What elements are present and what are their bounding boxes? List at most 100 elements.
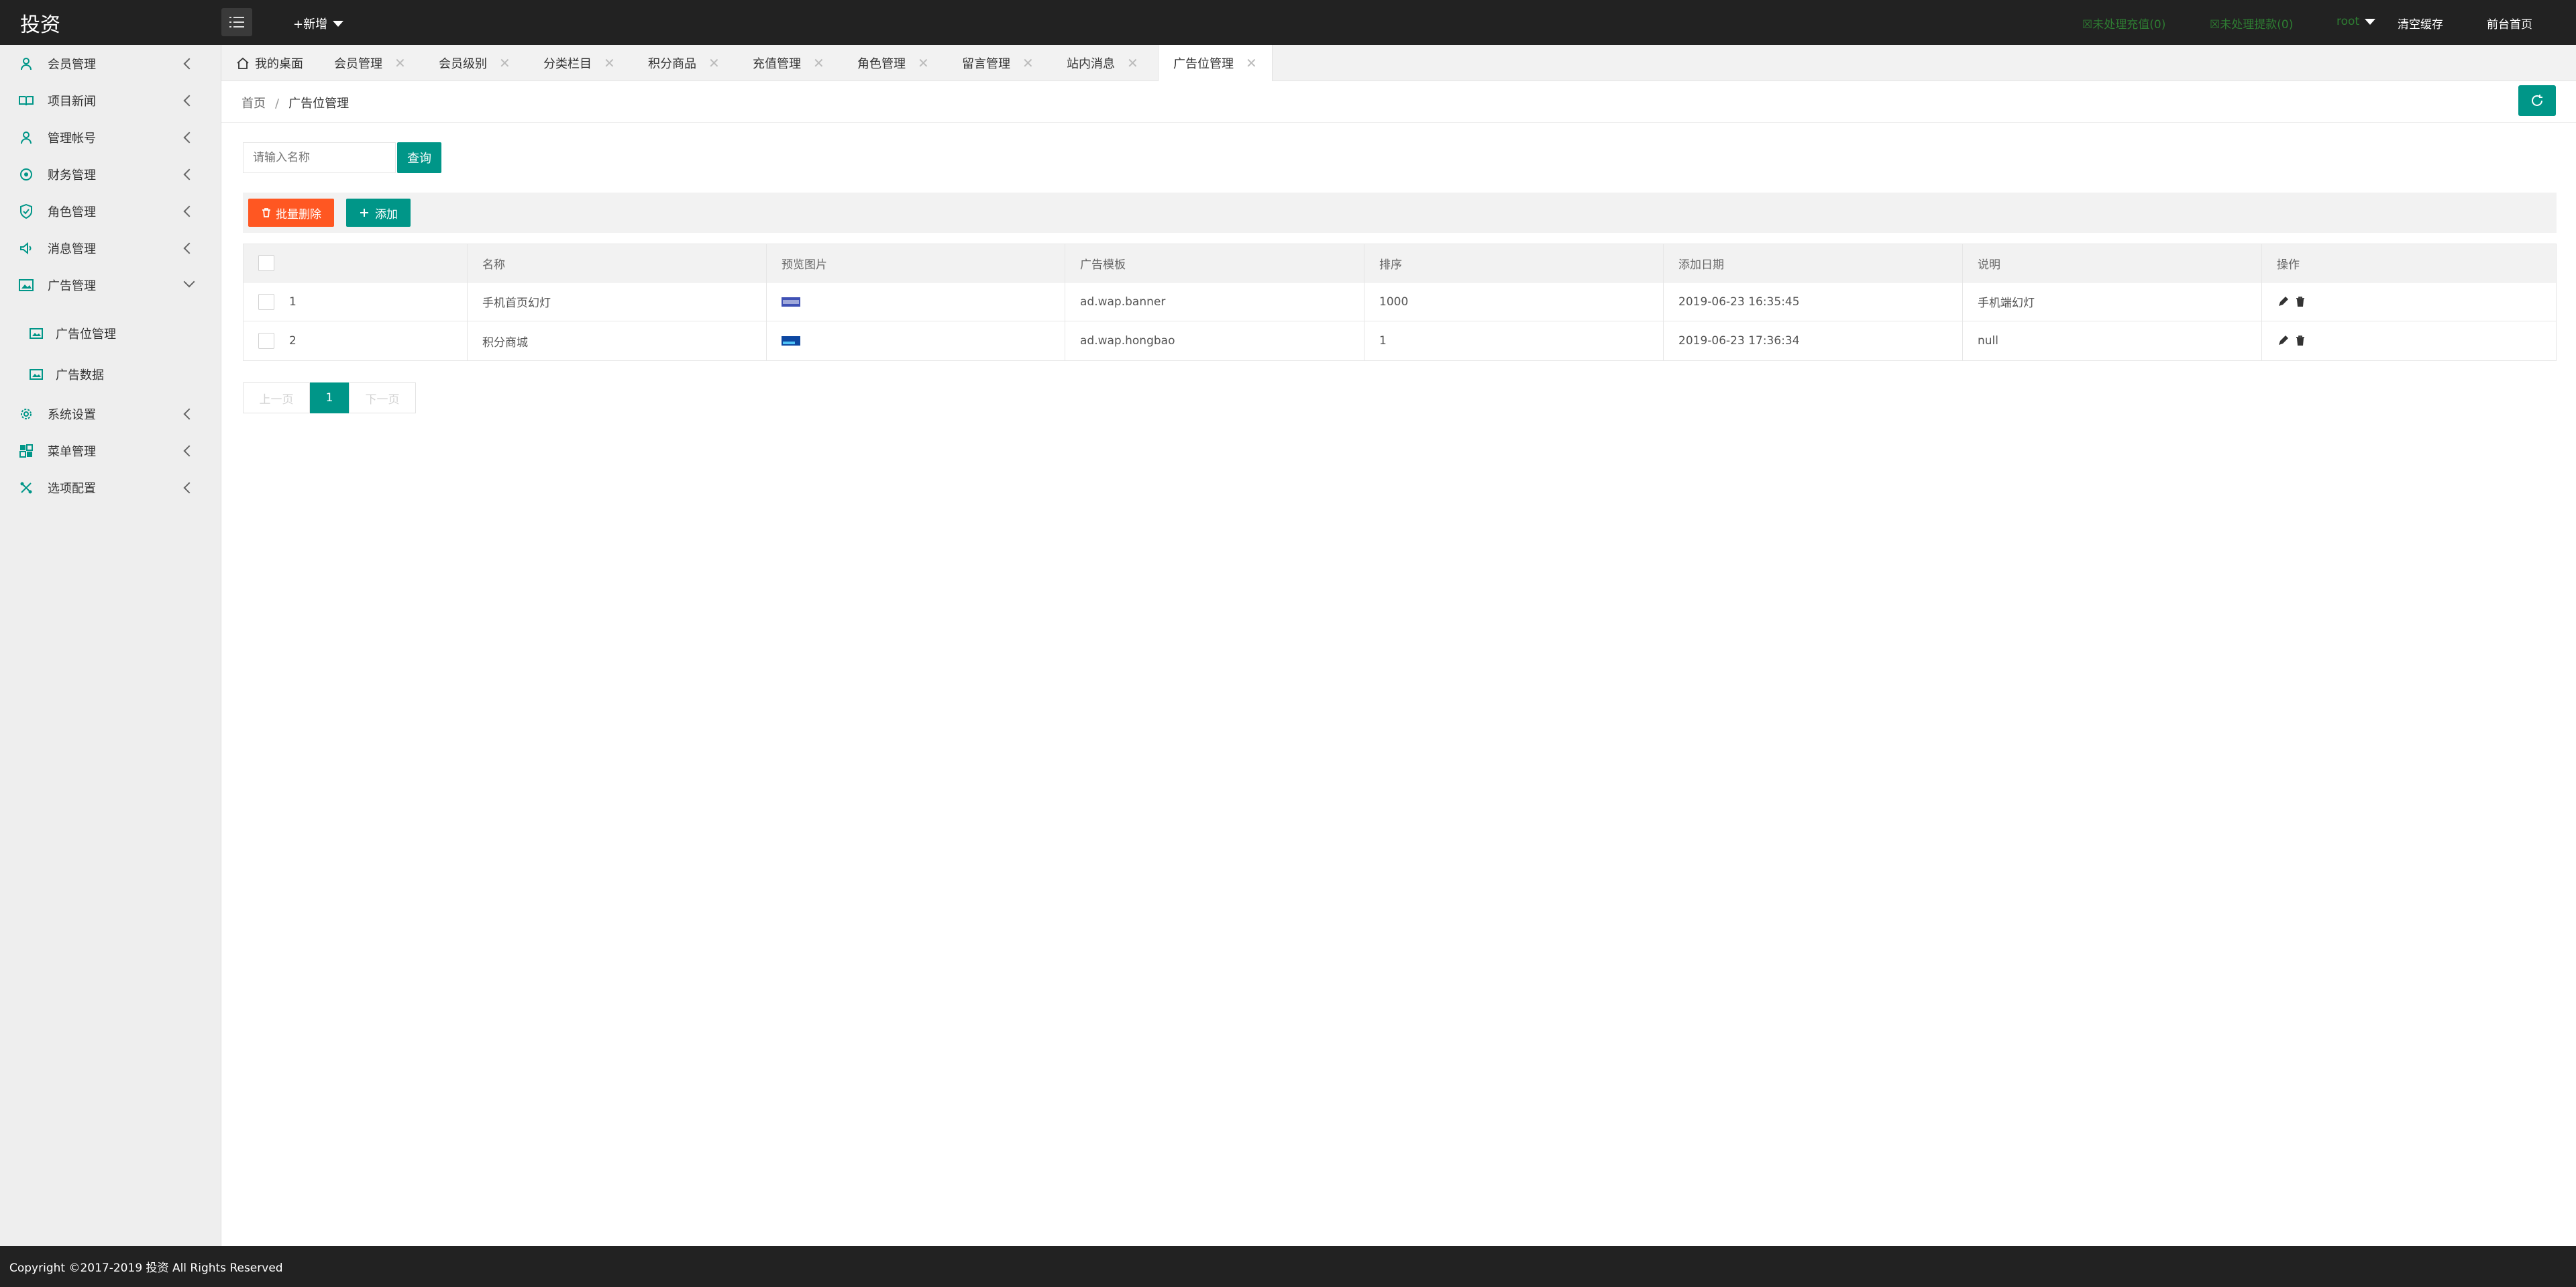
sidebar-item-menus[interactable]: 菜单管理 [0, 433, 221, 468]
refresh-icon [2532, 95, 2542, 106]
tab-guestbook[interactable]: 留言管理 ✕ [962, 45, 1034, 81]
chevron-left-icon [183, 205, 195, 217]
row-checkbox[interactable] [258, 333, 274, 349]
close-icon[interactable]: ✕ [499, 55, 511, 71]
tab-categories[interactable]: 分类栏目 ✕ [543, 45, 615, 81]
close-icon[interactable]: ✕ [394, 55, 406, 71]
edit-icon[interactable] [2277, 296, 2289, 308]
sidebar-item-label: 菜单管理 [48, 445, 96, 459]
sidebar-item-news[interactable]: 项目新闻 [0, 83, 221, 118]
cell-preview [767, 321, 1065, 360]
front-home-link[interactable]: 前台首页 [2487, 15, 2532, 32]
cell-sort: 1 [1364, 321, 1664, 360]
sidebar-item-messages[interactable]: 消息管理 [0, 231, 221, 266]
add-button[interactable]: 添加 [346, 199, 411, 227]
sidebar-subitem-ad-positions[interactable]: 广告位管理 [0, 314, 221, 353]
pagination: 上一页 1 下一页 [243, 382, 416, 413]
cell-date: 2019-06-23 16:35:45 [1664, 282, 1963, 321]
search-input[interactable] [243, 142, 396, 173]
sidebar-item-label: 系统设置 [48, 408, 96, 422]
row-id: 1 [289, 295, 297, 309]
book-icon [19, 93, 34, 108]
header-name: 名称 [468, 244, 767, 282]
cell-template: ad.wap.hongbao [1065, 321, 1364, 360]
plus-icon [360, 209, 368, 217]
preview-thumbnail[interactable] [782, 336, 800, 346]
close-icon[interactable]: ✕ [918, 55, 929, 71]
delete-icon[interactable] [2294, 335, 2306, 347]
preview-thumbnail[interactable] [782, 297, 800, 307]
close-icon[interactable]: ✕ [604, 55, 615, 71]
next-page-button[interactable]: 下一页 [349, 382, 416, 413]
checkbox-cell: 2 [244, 321, 468, 360]
sidebar-item-admin-accounts[interactable]: 管理帐号 [0, 120, 221, 155]
tab-ad-positions[interactable]: 广告位管理 ✕ [1158, 45, 1273, 81]
sidebar-item-roles[interactable]: 角色管理 [0, 194, 221, 229]
breadcrumb: 首页 / 广告位管理 [241, 94, 349, 111]
sidebar-item-options[interactable]: 选项配置 [0, 470, 221, 505]
search-button[interactable]: 查询 [397, 142, 441, 173]
page-1-button[interactable]: 1 [310, 382, 349, 413]
footer: Copyright ©2017-2019 投资 All Rights Reser… [0, 1246, 2576, 1287]
sidebar-item-label: 会员管理 [48, 58, 96, 72]
sidebar-toggle-button[interactable] [221, 8, 252, 36]
header-template: 广告模板 [1065, 244, 1364, 282]
tab-points-products[interactable]: 积分商品 ✕ [648, 45, 720, 81]
tab-recharge[interactable]: 充值管理 ✕ [753, 45, 824, 81]
app-logo[interactable]: 投资 [20, 8, 60, 38]
add-new-dropdown[interactable]: +新增 [293, 15, 344, 32]
breadcrumb-home[interactable]: 首页 [241, 97, 266, 111]
sidebar-item-system-settings[interactable]: 系统设置 [0, 397, 221, 431]
cell-desc: 手机端幻灯 [1963, 282, 2262, 321]
tab-member-levels[interactable]: 会员级别 ✕ [439, 45, 511, 81]
header-preview: 预览图片 [767, 244, 1065, 282]
sidebar-item-label: 项目新闻 [48, 95, 96, 109]
batch-delete-label: 批量删除 [276, 207, 321, 221]
delete-icon[interactable] [2294, 296, 2306, 308]
gear-icon [19, 407, 34, 421]
clear-cache-link[interactable]: 清空缓存 [2398, 15, 2443, 32]
sidebar-item-ads[interactable]: 广告管理 [0, 268, 221, 303]
chevron-left-icon [183, 168, 195, 181]
tab-site-messages[interactable]: 站内消息 ✕ [1067, 45, 1138, 81]
close-icon[interactable]: ✕ [1022, 55, 1034, 71]
user-menu[interactable]: root [2337, 15, 2376, 28]
breadcrumb-bar: 首页 / 广告位管理 [221, 81, 2576, 123]
tab-label: 会员级别 [439, 57, 487, 71]
chevron-left-icon [183, 482, 195, 494]
tab-roles[interactable]: 角色管理 ✕ [857, 45, 929, 81]
close-icon[interactable]: ✕ [813, 55, 824, 71]
header-date: 添加日期 [1664, 244, 1963, 282]
prev-page-button[interactable]: 上一页 [243, 382, 310, 413]
row-id: 2 [289, 334, 297, 348]
pending-recharge-link[interactable]: ☒未处理充值(0) [2082, 15, 2165, 32]
sidebar: 会员管理 项目新闻 管理帐号 财务管理 角色管理 消息管理 广告管理 广告位管理… [0, 45, 221, 1246]
sidebar-item-finance[interactable]: 财务管理 [0, 157, 221, 192]
tab-label: 积分商品 [648, 57, 696, 71]
close-icon[interactable]: ✕ [1246, 55, 1257, 71]
chevron-left-icon [183, 95, 195, 107]
close-icon[interactable]: ✕ [708, 55, 720, 71]
refresh-button[interactable] [2518, 85, 2556, 116]
finance-icon [19, 167, 34, 182]
pending-withdraw-link[interactable]: ☒未处理提款(0) [2210, 15, 2293, 32]
add-label: 添加 [375, 207, 398, 221]
select-all-checkbox[interactable] [258, 255, 274, 271]
breadcrumb-separator: / [275, 97, 280, 111]
sidebar-subitem-ad-data[interactable]: 广告数据 [0, 355, 221, 394]
tab-label: 充值管理 [753, 57, 801, 71]
tab-my-desktop[interactable]: 我的桌面 [236, 45, 303, 81]
user-icon [19, 56, 34, 71]
message-icon [19, 241, 34, 256]
tab-label: 分类栏目 [543, 57, 592, 71]
sidebar-item-members[interactable]: 会员管理 [0, 46, 221, 81]
chevron-left-icon [183, 408, 195, 420]
batch-delete-button[interactable]: 批量删除 [248, 199, 334, 227]
tab-members[interactable]: 会员管理 ✕ [334, 45, 406, 81]
tab-label: 会员管理 [334, 57, 382, 71]
edit-icon[interactable] [2277, 335, 2289, 347]
close-icon[interactable]: ✕ [1127, 55, 1138, 71]
sidebar-subitem-label: 广告位管理 [56, 327, 116, 342]
row-checkbox[interactable] [258, 293, 274, 310]
cell-desc: null [1963, 321, 2262, 360]
